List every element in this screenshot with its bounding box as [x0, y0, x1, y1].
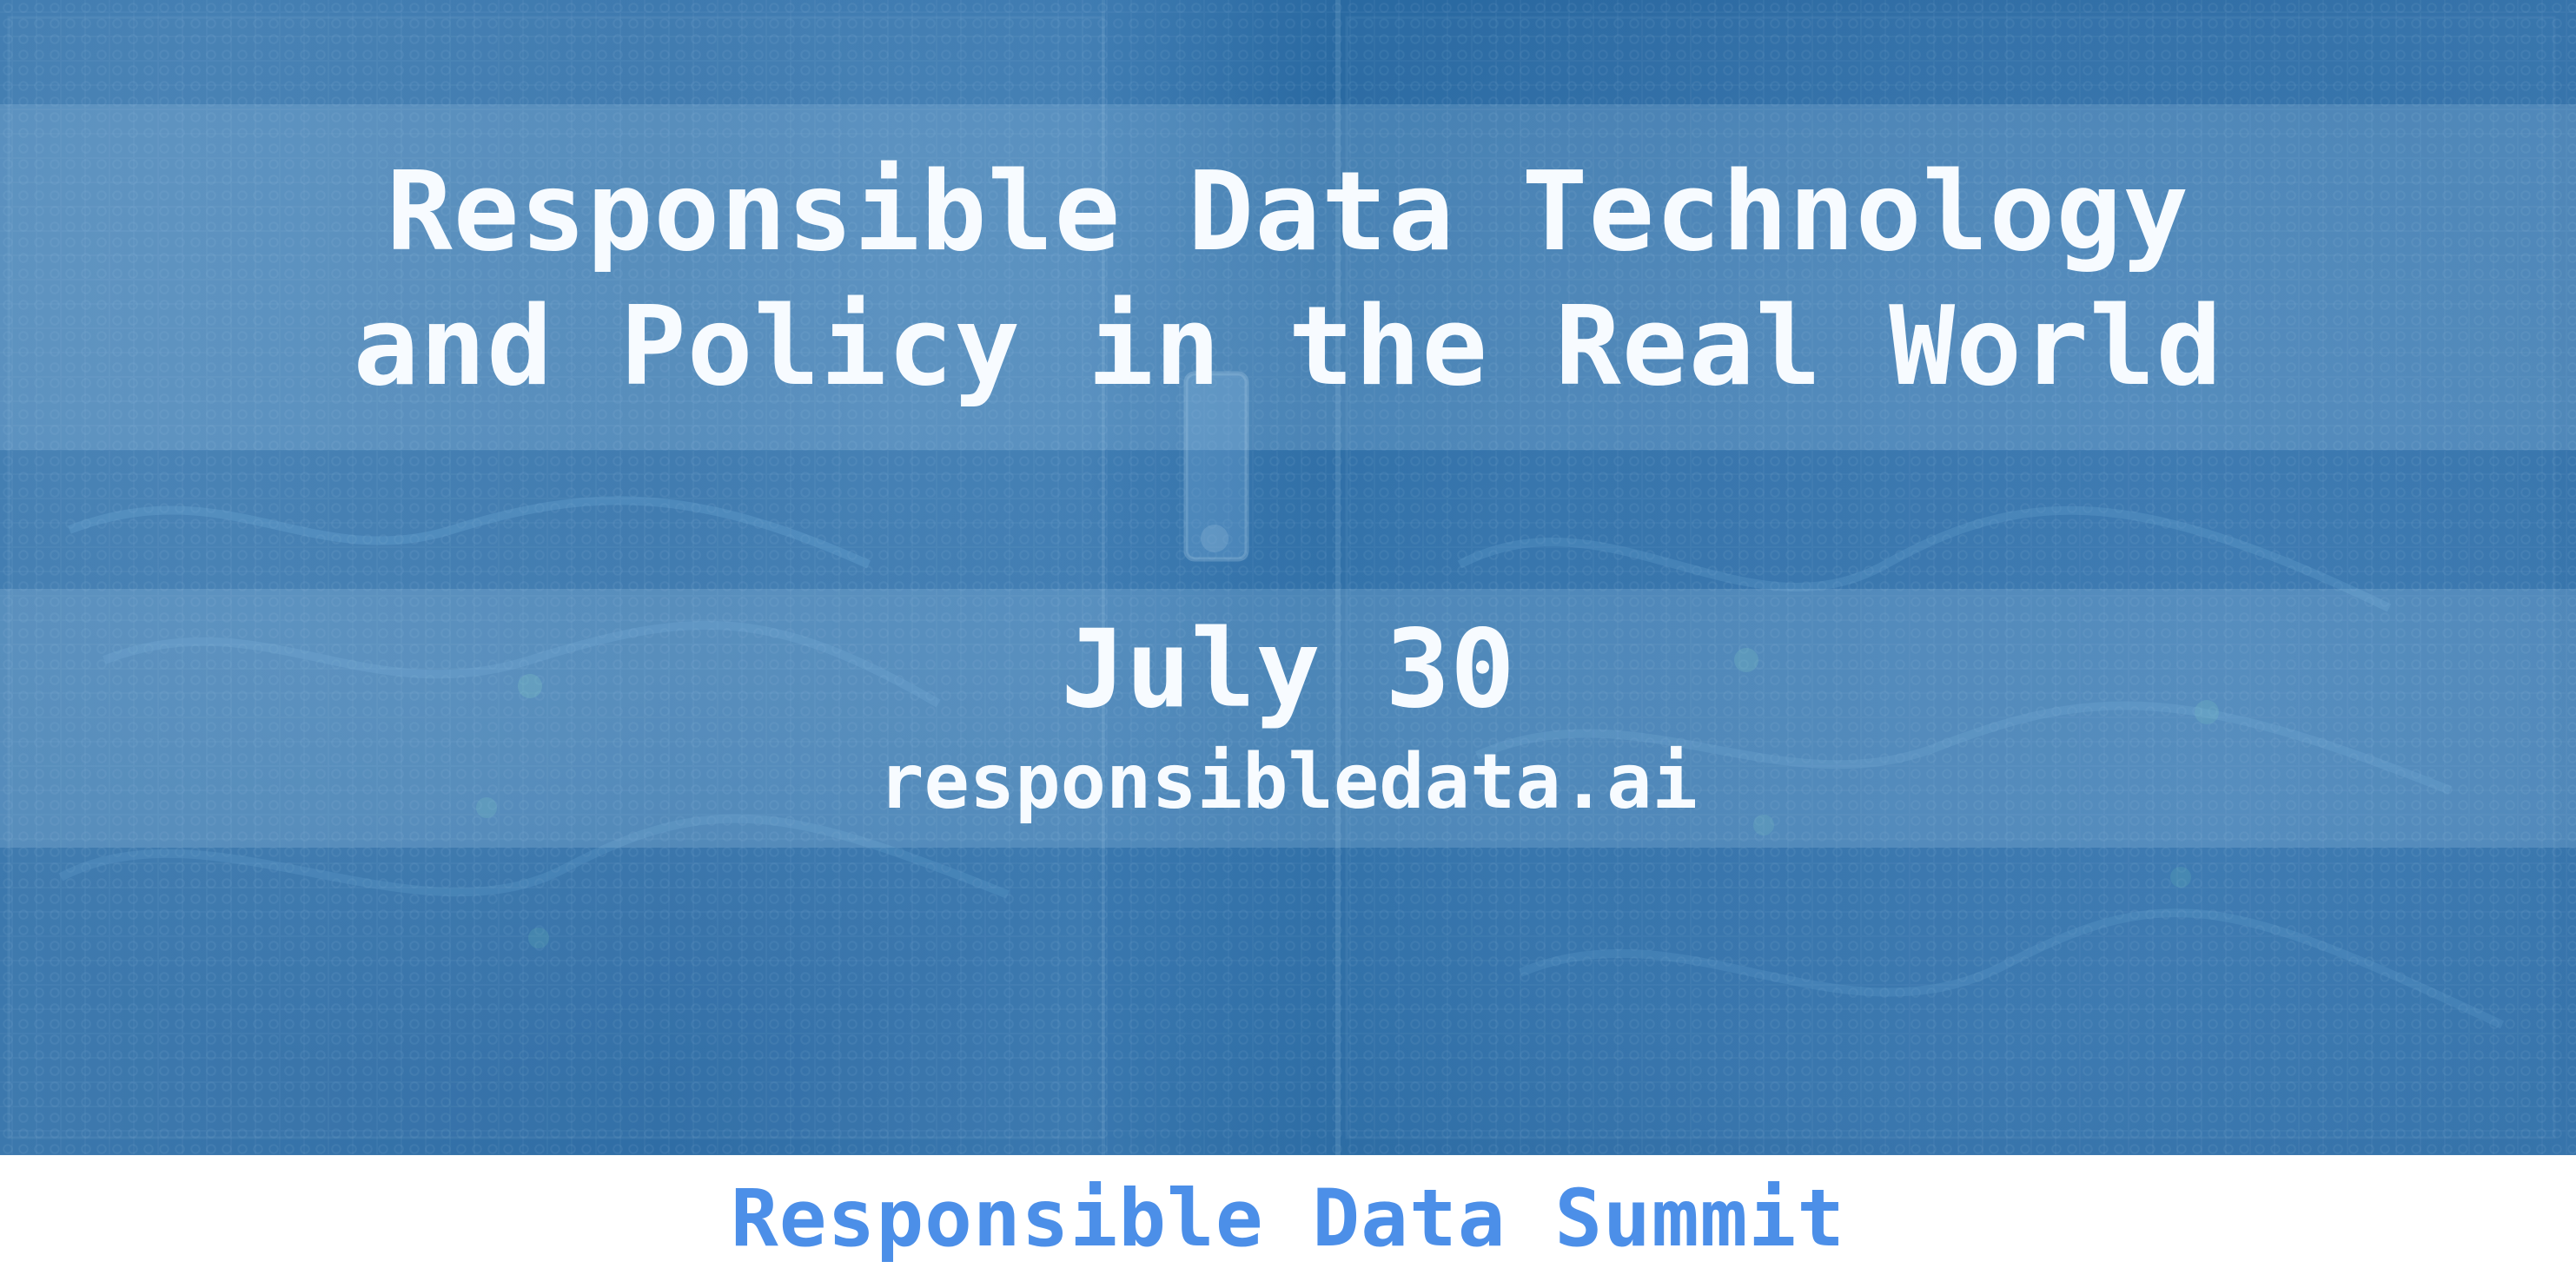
hero-banner: Responsible Data Technology and Policy i… — [0, 0, 2576, 1155]
event-date: July 30 — [1061, 607, 1515, 732]
summit-name: Responsible Data Summit — [730, 1173, 1846, 1265]
event-website: responsibledata.ai — [878, 737, 1698, 826]
footer-bar: Responsible Data Summit — [0, 1155, 2576, 1288]
event-title: Responsible Data Technology and Policy i… — [353, 148, 2223, 410]
